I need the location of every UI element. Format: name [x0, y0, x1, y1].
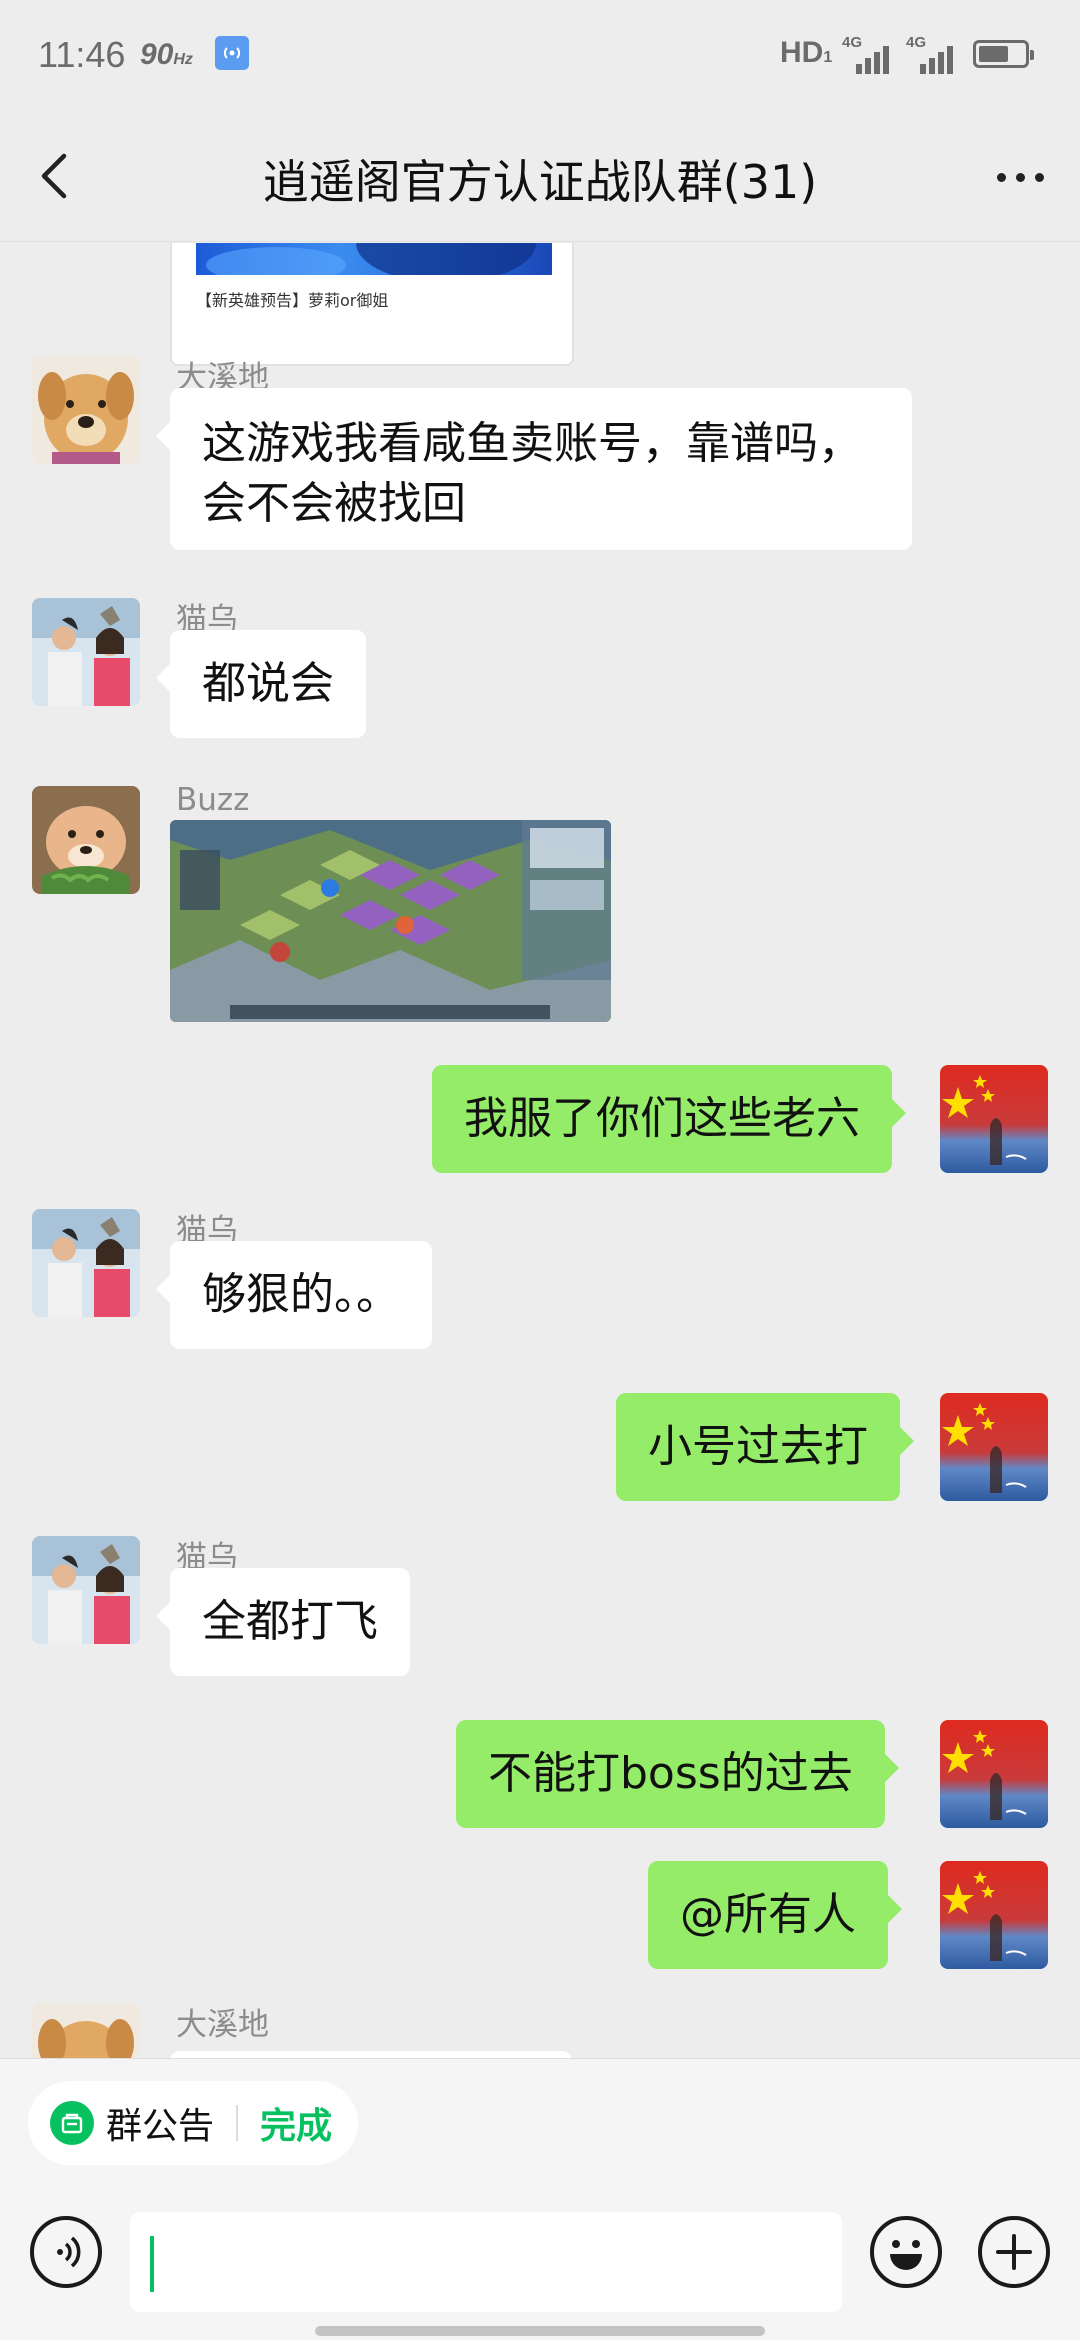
avatar[interactable]	[940, 1720, 1048, 1828]
avatar[interactable]	[32, 356, 140, 464]
message-bubble[interactable]: 全都打飞	[156, 1568, 410, 1676]
message-bubble[interactable]	[170, 2051, 572, 2058]
message-text: 小号过去打	[648, 1421, 868, 1472]
image-message[interactable]	[170, 820, 611, 1022]
sender-name: 大溪地	[176, 2007, 269, 2043]
message-input[interactable]	[130, 2212, 842, 2312]
chat-header: 逍遥阁官方认证战队群(31)	[0, 112, 1080, 242]
message-text: 会不会被找回	[202, 478, 466, 529]
message-text: 不能打boss的过去	[488, 1748, 853, 1799]
avatar[interactable]	[32, 1536, 140, 1644]
avatar[interactable]	[940, 1861, 1048, 1969]
avatar[interactable]	[940, 1065, 1048, 1173]
message-bubble[interactable]: 这游戏我看咸鱼卖账号，靠谱吗， 会不会被找回	[156, 388, 912, 550]
avatar[interactable]	[32, 1209, 140, 1317]
message-bubble[interactable]: @所有人	[648, 1861, 902, 1969]
message-bubble[interactable]: 够狠的。。	[156, 1241, 432, 1349]
avatar[interactable]	[32, 598, 140, 706]
status-time: 11:46	[38, 34, 126, 75]
chat-title: 逍遥阁官方认证战队群(31)	[262, 155, 818, 209]
battery-icon	[973, 40, 1034, 68]
announcement-icon	[50, 2101, 94, 2145]
message-text: 这游戏我看咸鱼卖账号，靠谱吗，	[202, 418, 862, 469]
message-text: 够狠的。。	[202, 1269, 400, 1320]
avatar[interactable]	[940, 1393, 1048, 1501]
message-bubble[interactable]: 都说会	[156, 630, 366, 738]
message-text: 我服了你们这些老六	[464, 1093, 860, 1144]
message-bubble[interactable]: 小号过去打	[616, 1393, 914, 1501]
status-bar: 11:46 90Hz HD1 4G 4G	[0, 0, 1080, 112]
text-caret	[150, 2236, 154, 2292]
input-bar	[0, 2178, 1080, 2340]
link-card-image	[196, 243, 552, 283]
message-text: 全都打飞	[202, 1596, 378, 1647]
voice-icon[interactable]	[30, 2216, 102, 2288]
divider	[236, 2105, 239, 2141]
avatar[interactable]	[32, 786, 140, 894]
message-bubble[interactable]: 不能打boss的过去	[456, 1720, 899, 1828]
emoji-icon[interactable]	[870, 2216, 942, 2288]
avatar[interactable]	[32, 2003, 140, 2058]
home-indicator[interactable]	[315, 2326, 765, 2336]
message-bubble[interactable]: 我服了你们这些老六	[432, 1065, 906, 1173]
refresh-rate: 90Hz	[140, 38, 193, 71]
link-card-title: 【新英雄预告】萝莉or御姐	[196, 291, 389, 310]
plus-icon[interactable]	[978, 2216, 1050, 2288]
link-card-message[interactable]: 【新英雄预告】萝莉or御姐	[170, 243, 574, 366]
signal-icon: 4G	[842, 34, 898, 74]
done-button[interactable]: 完成	[260, 2097, 332, 2149]
message-text: @所有人	[680, 1889, 856, 1940]
message-text: 都说会	[202, 658, 334, 709]
signal-icon: 4G	[906, 34, 962, 74]
group-notice-label: 群公告	[106, 2106, 215, 2147]
sender-name: Buzz	[176, 782, 250, 818]
group-notice-pill[interactable]: 群公告 完成	[28, 2081, 358, 2165]
hd-label: HD1	[780, 36, 833, 69]
group-notice-bar: 群公告 完成	[0, 2058, 1080, 2178]
hotspot-icon	[215, 36, 249, 70]
message-list[interactable]: 【新英雄预告】萝莉or御姐 大溪地 这游戏我看咸鱼卖账号，靠谱吗， 会不会被找回…	[0, 243, 1080, 2058]
chevron-left-icon[interactable]	[28, 148, 84, 204]
more-dots-icon[interactable]	[988, 152, 1052, 202]
